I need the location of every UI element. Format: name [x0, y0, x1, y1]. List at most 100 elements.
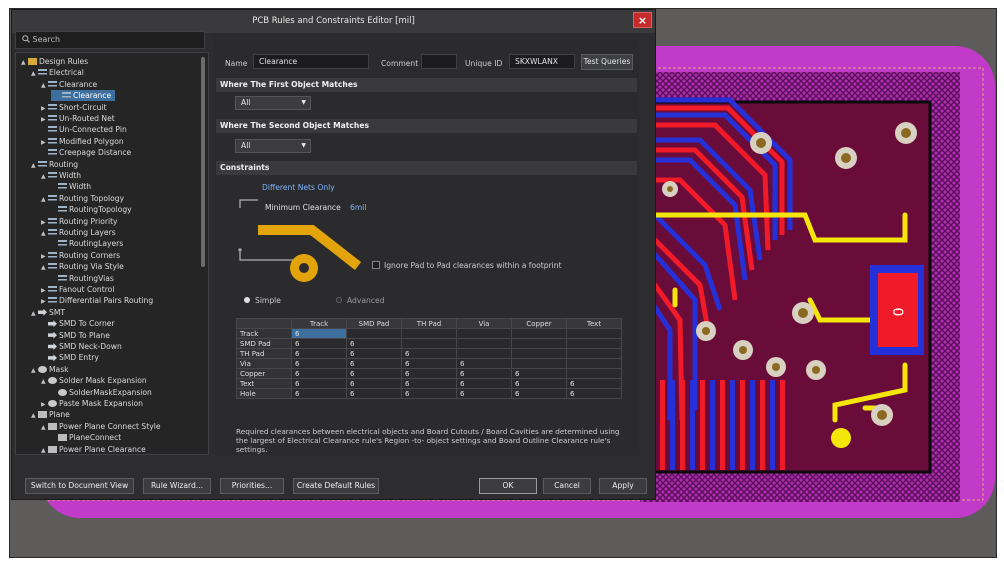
cancel-button[interactable]: Cancel [543, 478, 591, 494]
unique-id-field[interactable]: SKXWLANX [509, 54, 575, 69]
tree-item[interactable]: ▶ Un-Routed Net [41, 113, 115, 124]
matrix-cell[interactable]: 6 [291, 388, 347, 399]
tree-item[interactable]: ▲ Solder Mask Expansion [41, 375, 147, 386]
expand-arrow-icon[interactable]: ▶ [41, 114, 48, 125]
second-match-dropdown[interactable]: All ▼ [235, 139, 311, 153]
matrix-cell[interactable]: 6 [456, 368, 512, 379]
collapse-arrow-icon[interactable]: ▲ [31, 68, 38, 79]
tree-item[interactable]: ▶ Paste Mask Expansion [41, 398, 143, 409]
tree-item[interactable]: SMD Entry [41, 352, 99, 363]
tree-scrollbar[interactable] [201, 57, 205, 267]
collapse-arrow-icon[interactable]: ▲ [31, 365, 38, 376]
name-field[interactable]: Clearance [253, 54, 369, 69]
tree-item[interactable]: ▶ Modified Polygon [41, 136, 124, 147]
collapse-arrow-icon[interactable]: ▲ [41, 262, 48, 273]
tree-item[interactable]: RoutingTopology [51, 204, 132, 215]
matrix-cell[interactable]: 6 [401, 348, 457, 359]
tree-item[interactable]: Width [51, 181, 91, 192]
matrix-cell[interactable]: 6 [401, 368, 457, 379]
min-clearance-value[interactable]: 6mil [350, 203, 366, 212]
expand-arrow-icon[interactable]: ▶ [41, 103, 48, 114]
tree-item[interactable]: ▲ Routing Layers [41, 227, 116, 238]
expand-arrow-icon[interactable]: ▶ [41, 399, 48, 410]
matrix-cell[interactable]: 6 [346, 348, 402, 359]
matrix-cell[interactable]: 6 [291, 358, 347, 369]
matrix-cell[interactable]: 6 [401, 358, 457, 369]
matrix-cell[interactable]: 6 [566, 378, 622, 389]
tree-item[interactable]: ▲ Plane [31, 409, 70, 420]
tree-item[interactable]: ▲ Power Plane Connect Style [41, 421, 161, 432]
collapse-arrow-icon[interactable]: ▲ [31, 410, 38, 421]
tree-item[interactable]: ▲ Clearance [41, 79, 97, 90]
tree-item[interactable]: PlaneConnect [51, 432, 121, 443]
tree-item[interactable]: ▶ Short-Circuit [41, 102, 107, 113]
tree-item[interactable]: RoutingLayers [51, 238, 123, 249]
tree-item[interactable]: SMD To Corner [41, 318, 115, 329]
tree-item[interactable]: ▲ SMT [31, 307, 65, 318]
collapse-arrow-icon[interactable]: ▲ [41, 445, 48, 454]
expand-arrow-icon[interactable]: ▶ [41, 137, 48, 148]
switch-document-view-button[interactable]: Switch to Document View [25, 478, 134, 494]
first-match-dropdown[interactable]: All ▼ [235, 96, 311, 110]
tree-item[interactable]: RoutingVias [51, 273, 114, 284]
collapse-arrow-icon[interactable]: ▲ [41, 171, 48, 182]
collapse-arrow-icon[interactable]: ▲ [41, 228, 48, 239]
comment-field[interactable] [421, 54, 457, 69]
tree-item[interactable]: SMD To Plane [41, 330, 110, 341]
advanced-radio[interactable] [336, 297, 342, 303]
matrix-cell[interactable]: 6 [346, 368, 402, 379]
tree-item[interactable]: ▲ Design Rules [21, 56, 88, 67]
create-default-rules-button[interactable]: Create Default Rules [293, 478, 379, 494]
net-scope-link[interactable]: Different Nets Only [262, 183, 335, 192]
expand-arrow-icon[interactable]: ▶ [41, 217, 48, 228]
close-button[interactable]: × [633, 12, 652, 28]
tree-item[interactable]: ▲ Routing Via Style [41, 261, 124, 272]
priorities-button[interactable]: Priorities... [220, 478, 284, 494]
tree-item[interactable]: ▶ Routing Corners [41, 250, 120, 261]
tree-item[interactable]: ▲ Power Plane Clearance [41, 444, 146, 454]
tree-item[interactable]: ▶ Differential Pairs Routing [41, 295, 153, 306]
collapse-arrow-icon[interactable]: ▲ [41, 422, 48, 433]
collapse-arrow-icon[interactable]: ▲ [41, 194, 48, 205]
matrix-cell[interactable]: 6 [346, 358, 402, 369]
tree-item[interactable]: ▲ Electrical [31, 67, 84, 78]
matrix-cell[interactable]: 6 [291, 328, 347, 339]
tree-item[interactable]: Clearance [51, 90, 116, 102]
matrix-cell[interactable]: 6 [401, 378, 457, 389]
tree-item[interactable]: ▲ Routing Topology [41, 193, 124, 204]
matrix-cell[interactable]: 6 [456, 388, 512, 399]
collapse-arrow-icon[interactable]: ▲ [41, 376, 48, 387]
matrix-cell[interactable]: 6 [511, 368, 567, 379]
tree-item[interactable]: ▶ Fanout Control [41, 284, 114, 295]
collapse-arrow-icon[interactable]: ▲ [31, 308, 38, 319]
matrix-cell[interactable]: 6 [291, 368, 347, 379]
matrix-cell[interactable]: 6 [346, 338, 402, 349]
matrix-cell[interactable]: 6 [456, 378, 512, 389]
tree-item[interactable]: ▲ Width [41, 170, 81, 181]
collapse-arrow-icon[interactable]: ▲ [31, 160, 38, 171]
test-queries-button[interactable]: Test Queries [581, 54, 633, 70]
tree-item[interactable]: SolderMaskExpansion [51, 387, 152, 398]
collapse-arrow-icon[interactable]: ▲ [41, 80, 48, 91]
expand-arrow-icon[interactable]: ▶ [41, 285, 48, 296]
matrix-cell[interactable]: 6 [401, 388, 457, 399]
tree-item[interactable]: Creepage Distance [41, 147, 131, 158]
expand-arrow-icon[interactable]: ▶ [41, 296, 48, 307]
tree-item[interactable]: ▲ Mask [31, 364, 69, 375]
matrix-cell[interactable]: 6 [566, 388, 622, 399]
tree-item[interactable]: Un-Connected Pin [41, 124, 127, 135]
simple-radio[interactable] [244, 297, 250, 303]
ok-button[interactable]: OK [479, 478, 537, 494]
tree-item[interactable]: ▶ Routing Priority [41, 216, 118, 227]
rule-wizard-button[interactable]: Rule Wizard... [143, 478, 211, 494]
expand-arrow-icon[interactable]: ▶ [41, 251, 48, 262]
title-bar[interactable]: PCB Rules and Constraints Editor [mil] × [12, 10, 655, 33]
matrix-cell[interactable]: 6 [291, 348, 347, 359]
ignore-pad-checkbox[interactable] [372, 261, 380, 269]
matrix-cell[interactable]: 6 [511, 378, 567, 389]
matrix-cell[interactable]: 6 [346, 378, 402, 389]
collapse-arrow-icon[interactable]: ▲ [21, 57, 28, 68]
tree-item[interactable]: SMD Neck-Down [41, 341, 122, 352]
matrix-cell[interactable]: 6 [291, 338, 347, 349]
matrix-cell[interactable]: 6 [346, 388, 402, 399]
